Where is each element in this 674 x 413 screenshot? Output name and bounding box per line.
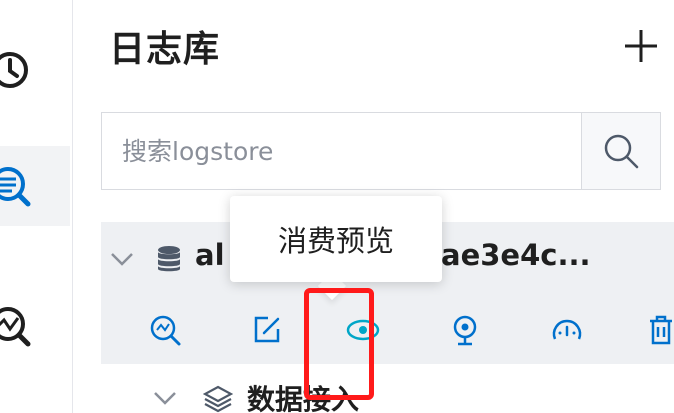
logstore-name-suffix: ae3e4c... — [441, 238, 591, 272]
alert-monitor-button[interactable] — [445, 310, 485, 350]
search-input[interactable] — [102, 113, 581, 189]
rail-item-analysis[interactable] — [0, 286, 70, 366]
left-nav-rail — [0, 0, 73, 413]
alert-monitor-icon — [453, 315, 477, 346]
delete-icon — [650, 315, 672, 345]
dashboard-gauge-icon — [552, 319, 582, 340]
chevron-down-icon[interactable] — [107, 244, 137, 274]
edit-icon — [254, 316, 280, 343]
chevron-down-icon[interactable] — [151, 384, 179, 412]
add-logstore-button[interactable] — [621, 26, 661, 66]
analysis-icon — [0, 307, 31, 347]
query-analysis-icon — [150, 315, 181, 346]
search-box — [101, 112, 661, 190]
plus-icon — [625, 30, 657, 62]
history-icon — [0, 52, 28, 88]
dashboard-button[interactable] — [547, 310, 587, 350]
delete-button[interactable] — [641, 310, 674, 350]
highlight-box — [304, 288, 374, 400]
logstore-actions-row — [101, 294, 674, 364]
query-analysis-button[interactable] — [145, 310, 185, 350]
tree-item-data-ingestion[interactable]: 数据接入 — [101, 364, 674, 413]
page-title: 日志库 — [109, 29, 221, 70]
rail-item-history[interactable] — [0, 30, 70, 110]
database-icon — [158, 246, 180, 272]
log-search-icon — [0, 167, 31, 207]
edit-button[interactable] — [247, 310, 287, 350]
logstore-name-prefix: al — [195, 238, 225, 272]
search-icon — [604, 134, 639, 169]
search-button[interactable] — [581, 113, 660, 189]
consumption-preview-tooltip: 消费预览 — [230, 196, 442, 282]
app-root: 日志库 搜索logstore al ae3e4c... 数据接入 消费预览 — [0, 0, 674, 413]
layers-icon — [203, 385, 233, 413]
rail-item-log-search[interactable] — [0, 146, 70, 226]
